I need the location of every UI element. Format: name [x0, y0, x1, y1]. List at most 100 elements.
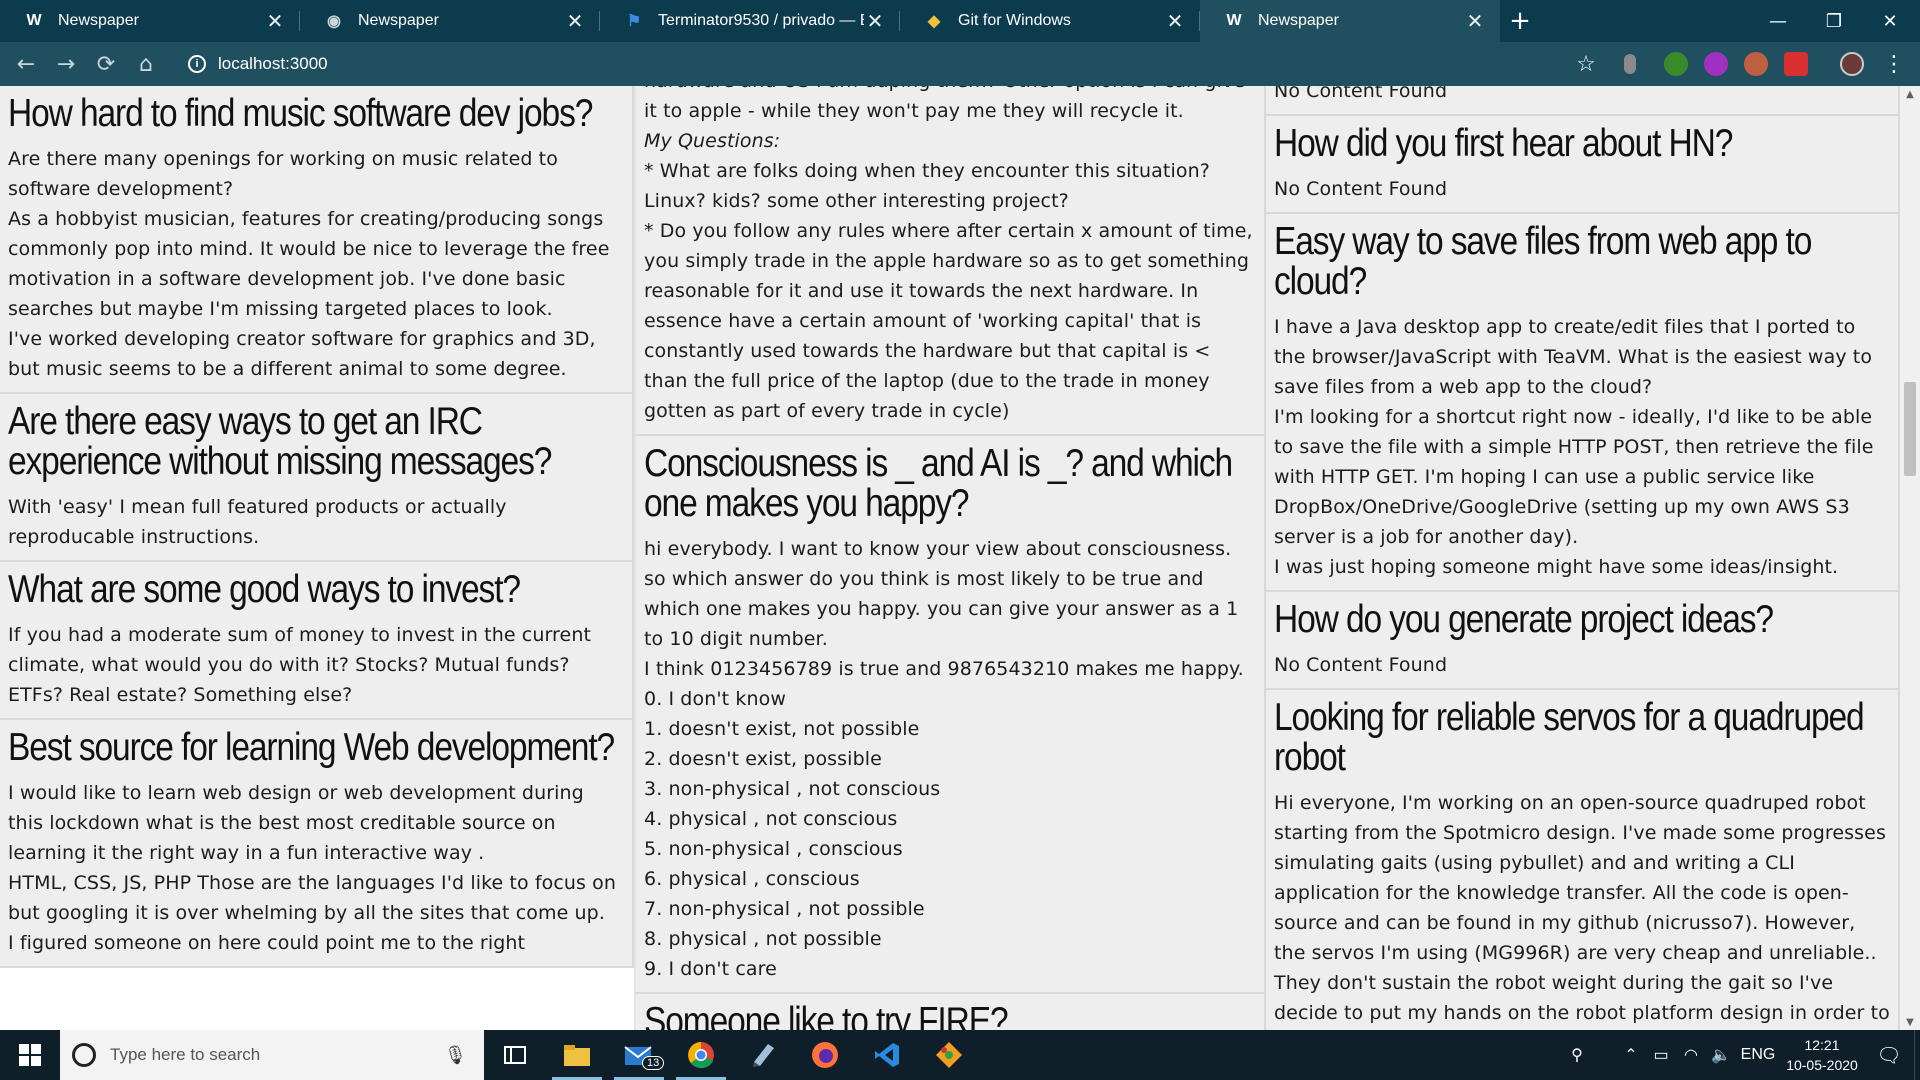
- tab-2[interactable]: ◉ Newspaper ✕: [300, 0, 600, 42]
- article-card[interactable]: Best source for learning Web development…: [0, 720, 634, 968]
- address-bar[interactable]: i localhost:3000: [180, 46, 1590, 82]
- back-icon[interactable]: ←: [6, 44, 46, 84]
- search-placeholder: Type here to search: [110, 1045, 261, 1064]
- git-icon: ◆: [927, 13, 941, 30]
- wifi-icon[interactable]: ◠: [1676, 1030, 1706, 1080]
- article-title[interactable]: How do you generate project ideas?: [1274, 592, 1889, 640]
- tab-close-icon[interactable]: ✕: [1164, 10, 1186, 33]
- article-card[interactable]: What are some good ways to invest? If you…: [0, 562, 634, 720]
- scroll-thumb[interactable]: [1904, 382, 1916, 476]
- tab-title: Newspaper: [1258, 12, 1339, 29]
- scroll-up-icon[interactable]: ▲: [1900, 86, 1920, 102]
- article-title[interactable]: How did you first hear about HN?: [1274, 116, 1889, 164]
- chrome-icon[interactable]: [670, 1030, 732, 1080]
- tab-3[interactable]: ⚑ Terminator9530 / privado — Bitb✕: [600, 0, 900, 42]
- article-title[interactable]: Consciousness is _ and AI is _? and whic…: [644, 436, 1255, 524]
- tree-extension-icon[interactable]: [1664, 52, 1688, 76]
- article-paragraph: 4. physical , not conscious: [644, 808, 898, 830]
- page-content: How hard to find music software dev jobs…: [0, 86, 1920, 1030]
- article-paragraph: Are there many openings for working on m…: [8, 148, 558, 200]
- article-paragraph: * What are folks doing when they encount…: [644, 160, 1210, 212]
- scroll-down-icon[interactable]: ▼: [1900, 1014, 1920, 1030]
- article-paragraph: My Questions:: [644, 130, 781, 152]
- battery-icon[interactable]: ▭: [1646, 1030, 1676, 1080]
- article-card[interactable]: Easy way to save files from web app to c…: [1266, 214, 1900, 592]
- article-paragraph: 8. physical , not possible: [644, 928, 882, 950]
- article-paragraph: No Content Found: [1274, 178, 1448, 200]
- article-paragraph: HTML, CSS, JS, PHP Those are the languag…: [8, 872, 617, 924]
- bookmark-star-icon[interactable]: ☆: [1566, 44, 1606, 84]
- article-title[interactable]: Looking for reliable servos for a quadru…: [1274, 690, 1889, 778]
- tab-5[interactable]: W Newspaper ✕: [1200, 0, 1500, 42]
- clock[interactable]: 12:21 10-05-2020: [1780, 1035, 1864, 1075]
- article-body: With 'easy' I mean full featured product…: [8, 492, 624, 552]
- extension-icon[interactable]: [1624, 54, 1636, 74]
- forward-icon[interactable]: →: [46, 44, 86, 84]
- purple-extension-icon[interactable]: [1704, 52, 1728, 76]
- article-card[interactable]: Consciousness is _ and AI is _? and whic…: [634, 436, 1266, 994]
- tab-close-icon[interactable]: ✕: [1464, 10, 1486, 33]
- article-body: No Content Found: [1274, 650, 1890, 680]
- tab-close-icon[interactable]: ✕: [564, 10, 586, 33]
- tab-close-icon[interactable]: ✕: [864, 10, 886, 33]
- cookie-extension-icon[interactable]: [1744, 52, 1768, 76]
- article-title[interactable]: How hard to find music software dev jobs…: [8, 86, 623, 134]
- tab-strip: W Newspaper ✕ ◉ Newspaper ✕ ⚑ Terminator9530 / …: [0, 0, 1920, 42]
- task-view-icon[interactable]: [484, 1030, 546, 1080]
- file-explorer-icon[interactable]: [546, 1030, 608, 1080]
- vscode-icon[interactable]: [856, 1030, 918, 1080]
- article-paragraph: No Content Found: [1274, 654, 1448, 676]
- article-body: hi everybody. I want to know your view a…: [644, 534, 1256, 984]
- volume-icon[interactable]: 🔈: [1706, 1030, 1736, 1080]
- language-indicator[interactable]: ENG: [1736, 1030, 1780, 1080]
- article-paragraph: No Content Found: [1274, 86, 1448, 102]
- show-hidden-icons-chevron-icon[interactable]: ⌃: [1616, 1030, 1646, 1080]
- article-card[interactable]: How did you first hear about HN? No Conte…: [1266, 116, 1900, 214]
- microphone-icon[interactable]: 🎙: [444, 1045, 484, 1066]
- bitbucket-icon: ⚑: [626, 13, 642, 30]
- article-title[interactable]: Best source for learning Web development…: [8, 720, 623, 768]
- article-body: Hi everyone, I'm working on an open-sour…: [1274, 788, 1890, 1030]
- article-paragraph: 7. non-physical , not possible: [644, 898, 925, 920]
- notepad-icon[interactable]: [732, 1030, 794, 1080]
- notifications-icon[interactable]: 🗨: [1864, 1030, 1914, 1080]
- article-paragraph: Hi everyone, I'm working on an open-sour…: [1274, 792, 1890, 1024]
- git-gui-icon[interactable]: [918, 1030, 980, 1080]
- column-3: No Content Found How did you first hear a…: [1266, 86, 1900, 1030]
- mail-icon[interactable]: 13: [608, 1030, 670, 1080]
- tab-close-icon[interactable]: ✕: [264, 10, 286, 33]
- reload-icon[interactable]: ⟳: [86, 44, 126, 84]
- clock-date: 10-05-2020: [1786, 1057, 1858, 1073]
- new-tab-button[interactable]: +: [1500, 0, 1540, 42]
- article-title[interactable]: Someone like to try FIRE?: [644, 994, 1255, 1031]
- vertical-scrollbar[interactable]: ▲ ▼: [1900, 86, 1920, 1030]
- firefox-icon[interactable]: [794, 1030, 856, 1080]
- article-paragraph: 6. physical , conscious: [644, 868, 860, 890]
- article-title[interactable]: Are there easy ways to get an IRC experi…: [8, 394, 623, 482]
- article-paragraph: I think 0123456789 is true and 987654321…: [644, 658, 1244, 680]
- article-title[interactable]: Easy way to save files from web app to c…: [1274, 214, 1889, 302]
- minimize-button[interactable]: —: [1750, 0, 1806, 42]
- people-icon[interactable]: ⚲: [1562, 1030, 1592, 1080]
- taskbar-search-input[interactable]: Type here to search 🎙: [60, 1030, 484, 1080]
- browser-toolbar: ← → ⟳ ⌂ i localhost:3000 ☆ ⋮: [0, 42, 1920, 86]
- article-card[interactable]: Are there easy ways to get an IRC experi…: [0, 394, 634, 562]
- article-card[interactable]: hardware and OS I am duping them? Other …: [634, 86, 1266, 436]
- home-icon[interactable]: ⌂: [126, 44, 166, 84]
- article-title[interactable]: What are some good ways to invest?: [8, 562, 623, 610]
- menu-kebab-icon[interactable]: ⋮: [1874, 44, 1914, 84]
- maximize-button[interactable]: ❐: [1806, 0, 1862, 42]
- article-body: If you had a moderate sum of money to in…: [8, 620, 624, 710]
- article-card[interactable]: Looking for reliable servos for a quadru…: [1266, 690, 1900, 1030]
- windows-start-icon[interactable]: [0, 1030, 60, 1080]
- avatar[interactable]: [1840, 52, 1864, 76]
- site-info-icon[interactable]: i: [188, 55, 206, 73]
- close-window-button[interactable]: ✕: [1862, 0, 1918, 42]
- tab-4[interactable]: ◆ Git for Windows ✕: [900, 0, 1200, 42]
- article-card[interactable]: Someone like to try FIRE?: [634, 994, 1266, 1030]
- article-card[interactable]: No Content Found: [1266, 86, 1900, 116]
- red-extension-icon[interactable]: [1784, 52, 1808, 76]
- article-card[interactable]: How hard to find music software dev jobs…: [0, 86, 634, 394]
- tab-1[interactable]: W Newspaper ✕: [0, 0, 300, 42]
- article-card[interactable]: How do you generate project ideas? No Con…: [1266, 592, 1900, 690]
